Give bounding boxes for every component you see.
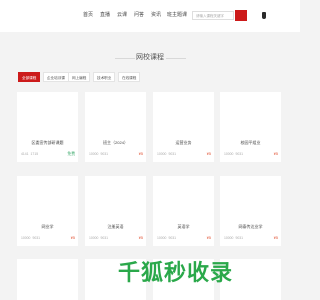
course-name: 网泰传达业学 xyxy=(238,224,263,229)
nav-item-home[interactable]: 首页 xyxy=(83,12,93,18)
nav-item-live[interactable]: 直播 xyxy=(100,12,110,18)
course-meta: 10000 9031 xyxy=(224,152,245,156)
course-stat: 1715 xyxy=(30,152,39,156)
user-icon[interactable] xyxy=(262,12,266,19)
top-navbar: 首页 直播 云课 问答 资讯 班主题课 请输入课程关键字 xyxy=(0,0,300,32)
section-title: 网校课程 xyxy=(136,54,164,61)
course-price: ¥5 xyxy=(206,236,211,240)
course-meta: 10000 9031 xyxy=(21,236,42,240)
course-stat: 10000 xyxy=(157,236,167,240)
course-card[interactable]: 网业学 10000 9031 ¥5 xyxy=(17,176,78,246)
course-stat: 9031 xyxy=(168,152,176,156)
course-card[interactable]: 英语学 10000 9031 ¥5 xyxy=(153,176,214,246)
course-price: ¥5 xyxy=(273,236,278,240)
course-price: ¥5 xyxy=(138,236,143,240)
course-meta: 4141 1715 xyxy=(21,152,40,156)
course-price: 免费 xyxy=(67,152,75,156)
title-divider-right xyxy=(166,58,186,59)
course-stat: 9031 xyxy=(168,236,176,240)
course-stat: 9031 xyxy=(235,236,243,240)
nav-item-class[interactable]: 班主题课 xyxy=(167,12,187,18)
search-button[interactable] xyxy=(235,10,247,21)
course-price: ¥5 xyxy=(138,152,143,156)
course-card[interactable]: 校园平组业 10000 9031 ¥5 xyxy=(220,92,281,162)
course-stat: 9031 xyxy=(235,152,243,156)
course-price: ¥5 xyxy=(273,152,278,156)
course-stat: 10000 xyxy=(224,236,234,240)
course-meta: 10000 9031 xyxy=(89,236,110,240)
course-stat: 10000 xyxy=(89,236,99,240)
tab-programming[interactable]: 网上编程 xyxy=(68,72,91,82)
course-stat: 9031 xyxy=(100,236,108,240)
section-header: 网校课程 xyxy=(0,52,300,64)
course-price: ¥5 xyxy=(70,236,75,240)
nav-item-news[interactable]: 资讯 xyxy=(151,12,161,18)
course-meta: 10000 9031 xyxy=(157,236,178,240)
nav-item-qa[interactable]: 问答 xyxy=(134,12,144,18)
course-stat: 9031 xyxy=(100,152,108,156)
tab-online[interactable]: 在线课程 xyxy=(118,72,141,82)
course-stat: 10000 xyxy=(224,152,234,156)
course-card[interactable]: 网泰传达业学 10000 9031 ¥5 xyxy=(220,176,281,246)
course-name: 运营业务 xyxy=(175,140,192,145)
tab-technical[interactable]: 技术职业 xyxy=(93,72,116,82)
course-stat: 10000 xyxy=(89,152,99,156)
course-meta: 10000 9031 xyxy=(157,152,178,156)
course-price: ¥5 xyxy=(206,152,211,156)
course-stat: 9031 xyxy=(32,236,40,240)
tab-enterprise[interactable]: 企业培训课 xyxy=(43,72,69,82)
course-card[interactable]: 运营业务 10000 9031 ¥5 xyxy=(153,92,214,162)
course-name: 注册英语 xyxy=(107,224,124,229)
course-name: 区委宣传部研课题 xyxy=(31,140,64,145)
course-name: 班主（2024） xyxy=(103,140,128,145)
course-meta: 10000 9031 xyxy=(224,236,245,240)
course-meta: 10000 9031 xyxy=(89,152,110,156)
course-card[interactable]: 注册英语 10000 9031 ¥5 xyxy=(85,176,146,246)
course-stat: 10000 xyxy=(21,236,31,240)
course-stat: 10000 xyxy=(157,152,167,156)
course-name: 网业学 xyxy=(41,224,54,229)
nav-item-course[interactable]: 云课 xyxy=(117,12,127,18)
tab-all-courses[interactable]: 全部课程 xyxy=(18,72,41,82)
course-card[interactable]: 班主（2024） 10000 9031 ¥5 xyxy=(85,92,146,162)
course-name: 英语学 xyxy=(177,224,190,229)
course-stat: 4141 xyxy=(21,152,29,156)
course-card[interactable]: 区委宣传部研课题 4141 1715 免费 xyxy=(17,92,78,162)
course-card[interactable] xyxy=(17,259,78,300)
search-input[interactable]: 请输入课程关键字 xyxy=(192,11,234,20)
course-name: 校园平组业 xyxy=(240,140,261,145)
watermark-logo: 千狐秒收录 xyxy=(118,261,234,286)
